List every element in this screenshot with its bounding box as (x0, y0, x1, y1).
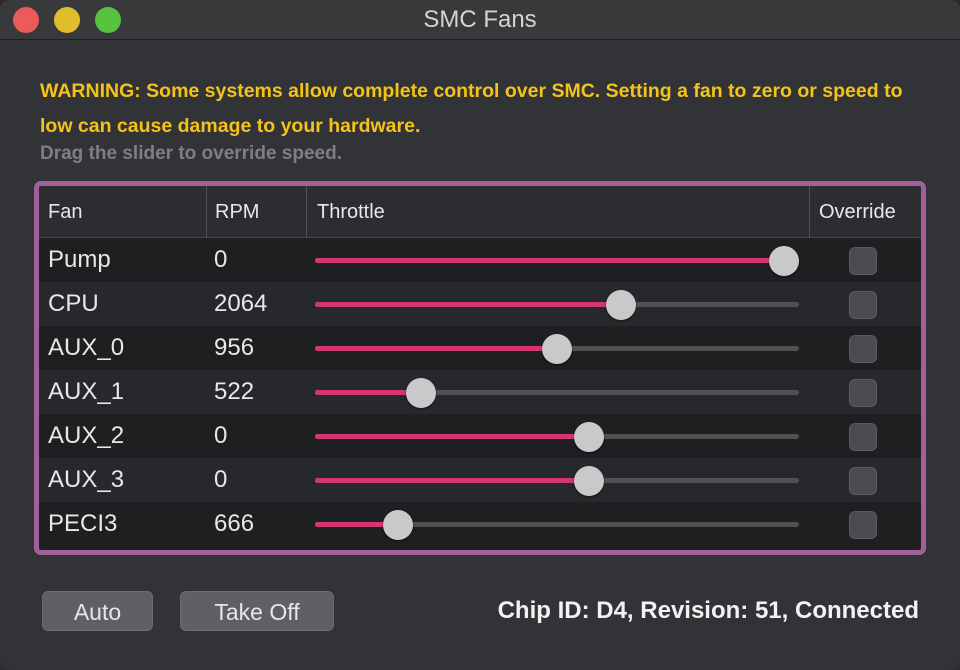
smc-fans-window: SMC Fans WARNING: Some systems allow com… (0, 0, 960, 670)
slider-fill (315, 478, 589, 483)
title-bar: SMC Fans (0, 0, 960, 40)
throttle-slider[interactable] (315, 370, 801, 414)
throttle-slider[interactable] (315, 414, 801, 458)
table-header: Fan RPM Throttle Override (39, 186, 921, 238)
hint-text: Drag the slider to override speed. (40, 143, 342, 164)
slider-knob[interactable] (542, 334, 572, 364)
override-checkbox[interactable] (849, 247, 877, 275)
fan-rpm: 522 (214, 378, 255, 405)
override-checkbox[interactable] (849, 467, 877, 495)
slider-knob[interactable] (383, 510, 413, 540)
table-row: PECI3 666 (39, 502, 921, 546)
slider-fill (315, 258, 784, 263)
fan-rpm: 666 (214, 510, 255, 537)
override-checkbox[interactable] (849, 291, 877, 319)
auto-button[interactable]: Auto (42, 591, 153, 631)
slider-knob[interactable] (769, 246, 799, 276)
fan-name: AUX_3 (48, 466, 125, 493)
override-checkbox[interactable] (849, 335, 877, 363)
table-row: CPU 2064 (39, 282, 921, 326)
fan-rpm: 0 (214, 246, 228, 273)
throttle-slider[interactable] (315, 282, 801, 326)
throttle-slider[interactable] (315, 502, 801, 546)
chip-status: Chip ID: D4, Revision: 51, Connected (497, 597, 919, 624)
fan-table: Fan RPM Throttle Override Pump 0 CPU 2064 AU… (34, 181, 926, 555)
slider-knob[interactable] (606, 290, 636, 320)
take-off-button[interactable]: Take Off (180, 591, 334, 631)
slider-knob[interactable] (574, 466, 604, 496)
header-throttle[interactable]: Throttle (306, 186, 809, 238)
throttle-slider[interactable] (315, 238, 801, 282)
fan-name: CPU (48, 290, 99, 317)
table-row: AUX_3 0 (39, 458, 921, 502)
slider-knob[interactable] (574, 422, 604, 452)
table-row: AUX_0 956 (39, 326, 921, 370)
table-row: Pump 0 (39, 238, 921, 282)
fan-name: AUX_1 (48, 378, 125, 405)
fan-name: AUX_0 (48, 334, 125, 361)
fan-name: PECI3 (48, 510, 118, 537)
fan-rpm: 956 (214, 334, 255, 361)
table-row: AUX_1 522 (39, 370, 921, 414)
override-checkbox[interactable] (849, 423, 877, 451)
fan-rpm: 0 (214, 466, 228, 493)
table-row: AUX_2 0 (39, 414, 921, 458)
slider-fill (315, 302, 621, 307)
warning-text: WARNING: Some systems allow complete con… (40, 80, 903, 137)
slider-fill (315, 346, 557, 351)
override-checkbox[interactable] (849, 379, 877, 407)
override-checkbox[interactable] (849, 511, 877, 539)
header-rpm[interactable]: RPM (206, 186, 306, 238)
header-override[interactable]: Override (809, 186, 917, 238)
window-title: SMC Fans (423, 6, 537, 33)
fan-name: AUX_2 (48, 422, 125, 449)
slider-fill (315, 434, 589, 439)
fan-rpm: 0 (214, 422, 228, 449)
fan-name: Pump (48, 246, 111, 273)
throttle-slider[interactable] (315, 326, 801, 370)
throttle-slider[interactable] (315, 458, 801, 502)
slider-knob[interactable] (406, 378, 436, 408)
fan-rpm: 2064 (214, 290, 268, 317)
header-fan[interactable]: Fan (48, 186, 82, 238)
